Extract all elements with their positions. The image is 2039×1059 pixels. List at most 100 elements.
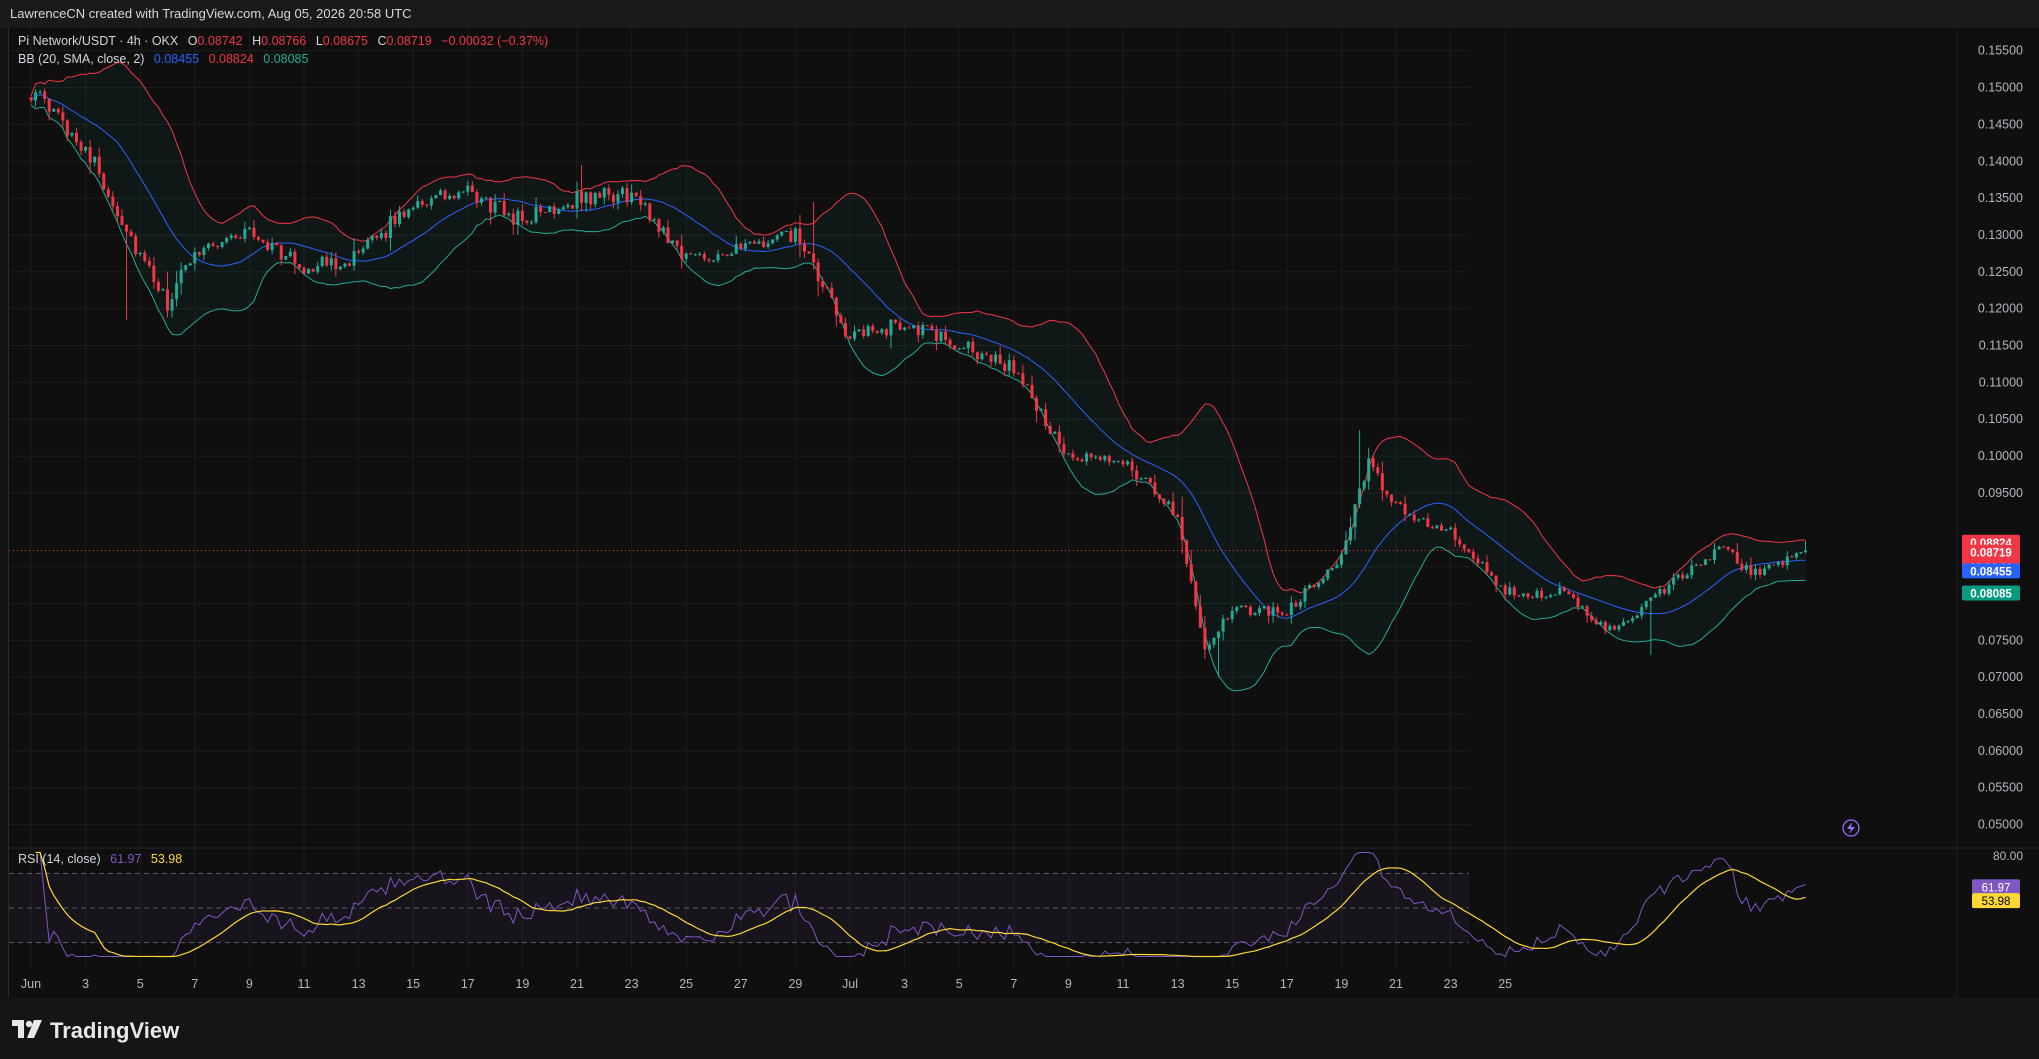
- candle[interactable]: [543, 211, 547, 214]
- candle-body: [539, 206, 543, 213]
- candle[interactable]: [1585, 605, 1589, 623]
- candle[interactable]: [807, 251, 811, 254]
- candle-body: [1016, 373, 1020, 375]
- candle[interactable]: [816, 258, 820, 297]
- candle[interactable]: [1772, 564, 1776, 566]
- candle[interactable]: [1344, 530, 1348, 555]
- candle-body: [252, 227, 256, 237]
- candle[interactable]: [320, 255, 324, 268]
- candle-body: [152, 265, 156, 282]
- chart-svg[interactable]: Jun 3 5 7 9 11 13 15 17 19 21 23 25 27 29 Jul 3 5 7 9 11 13 15…: [9, 28, 2039, 998]
- candle[interactable]: [1603, 620, 1607, 635]
- candle[interactable]: [1308, 583, 1312, 589]
- candle-body: [1344, 540, 1348, 555]
- candle[interactable]: [134, 233, 138, 257]
- time-axis-label: 23: [625, 977, 639, 991]
- candle[interactable]: [648, 202, 652, 224]
- rsi-axis-label: 80.00: [1993, 849, 2023, 863]
- candle[interactable]: [516, 207, 520, 235]
- candle-body: [266, 242, 270, 251]
- candle-body: [1408, 514, 1412, 516]
- rsi-legend: RSI (14, close) 61.97 53.98: [18, 852, 188, 866]
- candle[interactable]: [548, 205, 552, 213]
- time-axis-label: 27: [734, 977, 748, 991]
- candle-body: [1217, 631, 1221, 638]
- candle-body: [275, 242, 279, 246]
- candle-body: [1426, 518, 1430, 527]
- candle[interactable]: [434, 194, 438, 199]
- candle-body: [1740, 563, 1744, 570]
- candle-body: [1089, 453, 1093, 458]
- candle-body: [106, 189, 110, 197]
- candle-body: [957, 348, 961, 350]
- candle[interactable]: [793, 227, 797, 245]
- candle-body: [166, 289, 169, 311]
- candle[interactable]: [1035, 395, 1039, 423]
- bb-basis-value: 0.08455: [153, 52, 200, 66]
- candle[interactable]: [307, 268, 311, 275]
- candle-body: [1130, 461, 1134, 471]
- candle-body: [1076, 457, 1079, 460]
- candle[interactable]: [1185, 539, 1189, 568]
- candle[interactable]: [925, 325, 929, 327]
- candle-body: [325, 256, 329, 266]
- candle[interactable]: [1157, 494, 1161, 503]
- candle[interactable]: [102, 171, 106, 190]
- high-key: H: [252, 34, 262, 48]
- candle[interactable]: [293, 248, 297, 275]
- price-axis[interactable]: 0.15500 0.15000 0.14500 0.14000 0.13500 0.130…: [1962, 44, 2023, 832]
- chart-frame[interactable]: Jun 3 5 7 9 11 13 15 17 19 21 23 25 27 29 Jul 3 5 7 9 11 13 15…: [8, 28, 2039, 998]
- price-tag-bb-lower-text: 0.08085: [1970, 589, 2012, 601]
- price-tag-last-text: 0.08719: [1970, 548, 2012, 560]
- candle[interactable]: [1703, 558, 1707, 566]
- tradingview-logo[interactable]: TradingView: [12, 1018, 179, 1044]
- candle-body: [65, 120, 69, 136]
- candle-body: [1153, 482, 1157, 495]
- candle-body: [1576, 597, 1580, 608]
- price-axis-label: 0.12500: [1978, 265, 2023, 279]
- bb-lower-value: 0.08085: [263, 52, 309, 66]
- lightning-icon[interactable]: [1842, 819, 1860, 837]
- candle[interactable]: [489, 196, 493, 225]
- candle-body: [1253, 612, 1257, 615]
- chart-canvas[interactable]: Jun 3 5 7 9 11 13 15 17 19 21 23 25 27 29 Jul 3 5 7 9 11 13 15…: [9, 28, 2039, 1003]
- candle[interactable]: [1358, 430, 1362, 509]
- candle-body: [1025, 384, 1029, 386]
- candle-body: [475, 192, 479, 203]
- candle-body: [461, 191, 465, 193]
- candle-body: [1694, 564, 1698, 566]
- candle-body: [1430, 526, 1434, 529]
- open-value: 0.08742: [197, 34, 243, 48]
- candle-body: [1335, 564, 1339, 569]
- candle[interactable]: [1194, 581, 1198, 610]
- candle[interactable]: [570, 204, 574, 209]
- high-value: 0.08766: [261, 34, 307, 48]
- rsi-pane[interactable]: 80.00 61.97 53.98: [9, 849, 2023, 958]
- candle-body: [661, 227, 665, 232]
- time-axis-label: 17: [461, 977, 475, 991]
- symbol-legend: Pi Network/USDT · 4h · OKX O0.08742 H0.0…: [18, 34, 554, 48]
- price-axis-label: 0.13000: [1978, 228, 2023, 242]
- candle[interactable]: [834, 296, 838, 327]
- rsi-label[interactable]: RSI (14, close): [18, 852, 101, 866]
- candle-body: [1039, 409, 1043, 411]
- candle-body: [743, 243, 747, 249]
- candle-body: [671, 240, 675, 243]
- candle-body: [47, 98, 51, 112]
- time-axis-label: 17: [1280, 977, 1294, 991]
- candle[interactable]: [1162, 498, 1166, 508]
- candle-body: [1571, 594, 1575, 598]
- candle-body: [1135, 470, 1139, 480]
- candle-body: [1585, 606, 1589, 616]
- candle[interactable]: [1494, 575, 1498, 593]
- symbol-name[interactable]: Pi Network/USDT · 4h · OKX: [18, 34, 178, 48]
- bb-label[interactable]: BB (20, SMA, close, 2): [18, 52, 144, 66]
- candle-body: [1308, 585, 1312, 589]
- candle[interactable]: [1435, 525, 1439, 529]
- candle-body: [561, 207, 565, 210]
- price-axis-label: 0.05000: [1978, 818, 2023, 832]
- time-axis-label: 15: [406, 977, 420, 991]
- candle-body: [1280, 612, 1284, 615]
- candle-body: [143, 252, 147, 261]
- candle-body: [1799, 551, 1803, 554]
